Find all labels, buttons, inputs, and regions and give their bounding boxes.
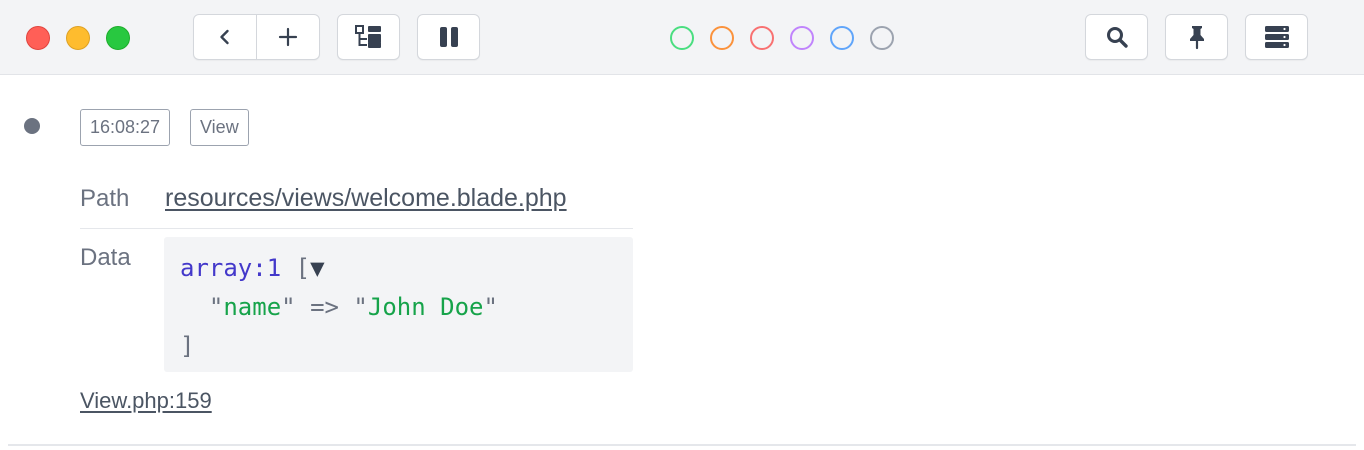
- color-filter-blue[interactable]: [830, 26, 854, 50]
- data-dump: array:1 [▼ "name" => "John Doe" ]: [164, 237, 633, 372]
- row-divider: [80, 228, 633, 229]
- color-filter-gray[interactable]: [870, 26, 894, 50]
- pause-icon: [439, 27, 458, 47]
- path-link[interactable]: resources/views/welcome.blade.php: [165, 184, 567, 213]
- path-label: Path: [80, 185, 130, 212]
- app-window: 16:08:27 View Path resources/views/welco…: [0, 0, 1364, 450]
- dump-count: 1: [266, 254, 282, 282]
- color-filter-orange[interactable]: [710, 26, 734, 50]
- tree-view-icon: [354, 25, 381, 48]
- close-window-button[interactable]: [26, 26, 50, 50]
- dump-value-quote-close: ": [483, 293, 498, 321]
- server-button[interactable]: [1245, 14, 1308, 60]
- search-icon: [1106, 27, 1128, 48]
- dump-close-bracket: ]: [180, 332, 195, 360]
- dump-arrow: =>: [310, 293, 339, 321]
- back-button[interactable]: [194, 15, 256, 59]
- nav-button-group: [193, 14, 320, 60]
- dump-key-quote-open: ": [208, 293, 224, 321]
- dump-type: array:1: [180, 254, 281, 282]
- dump-open-bracket: [: [295, 254, 311, 282]
- pause-button[interactable]: [417, 14, 480, 60]
- chevron-left-icon: [220, 29, 229, 45]
- color-filter-purple[interactable]: [790, 26, 814, 50]
- entry-indicator-dot: [24, 118, 40, 134]
- dump-value: John Doe: [367, 293, 484, 321]
- color-filter-green[interactable]: [670, 26, 694, 50]
- tree-view-button[interactable]: [337, 14, 400, 60]
- entry-divider: [8, 444, 1356, 446]
- pin-button[interactable]: [1165, 14, 1228, 60]
- dump-toggle[interactable]: ▼: [310, 254, 324, 282]
- dump-key-quote-close: ": [281, 293, 296, 321]
- dump-count-separator: :: [252, 254, 267, 282]
- search-button[interactable]: [1085, 14, 1148, 60]
- dump-key: name: [223, 293, 282, 321]
- server-stack-icon: [1264, 26, 1289, 48]
- plus-icon: [278, 27, 298, 47]
- new-button[interactable]: [256, 15, 319, 59]
- zoom-window-button[interactable]: [106, 26, 130, 50]
- timestamp-badge: 16:08:27: [80, 109, 171, 146]
- pin-icon: [1189, 26, 1204, 50]
- dump-value-quote-open: ": [353, 293, 368, 321]
- color-filter-red[interactable]: [750, 26, 774, 50]
- minimize-window-button[interactable]: [66, 26, 90, 50]
- type-badge: View: [190, 109, 249, 146]
- source-link[interactable]: View.php:159: [80, 388, 212, 414]
- dump-type-name: array: [180, 254, 253, 282]
- data-label: Data: [80, 244, 131, 271]
- title-bar: [0, 0, 1364, 75]
